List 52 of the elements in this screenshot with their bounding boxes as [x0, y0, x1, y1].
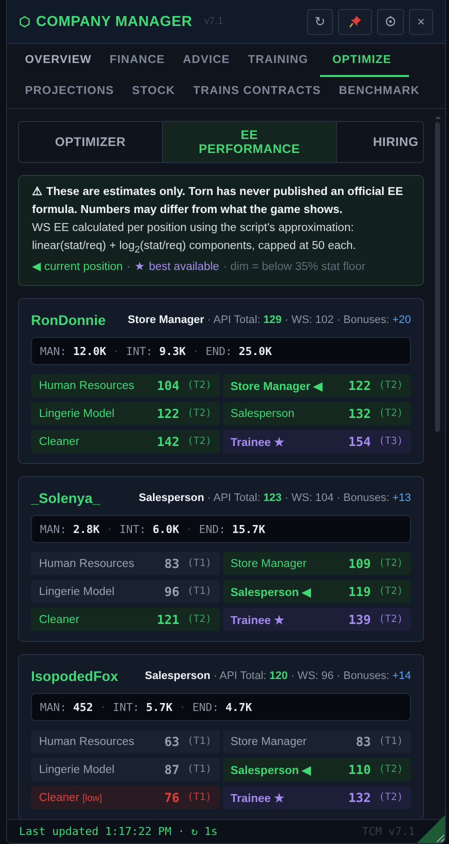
- legend-item: ◀ current position: [32, 260, 123, 276]
- scrollbar[interactable]: [434, 116, 441, 432]
- employee-name: _Solenya_: [31, 490, 100, 506]
- nav-tab[interactable]: OPTIMIZE: [320, 44, 410, 77]
- settings-icon: [385, 16, 396, 27]
- notice-text: WS EE calculated per position using the script's approximation: linear(stat/req) + log$_{2}$(stat/req) components, capped at 50 each.: [32, 221, 357, 258]
- position-cell: Cleaner 142 (T2): [31, 430, 220, 454]
- settings-button[interactable]: [377, 8, 404, 34]
- refresh-button[interactable]: ↻: [307, 8, 333, 34]
- position-cell: Store Manager 109 (T2): [222, 552, 411, 576]
- employee-name: RonDonnie: [31, 312, 106, 328]
- nav-tab[interactable]: ADVICE: [176, 44, 242, 77]
- position-cell: Lingerie Model 87 (T1): [31, 758, 220, 782]
- notice-title: ⚠ These are estimates only. Torn has never published an official EE formula. Numbers may differ from what the game shows.: [32, 185, 404, 218]
- position-cell: Human Resources 83 (T1): [31, 552, 220, 576]
- position-cell: Human Resources 104 (T2): [31, 374, 220, 398]
- resize-grip-icon[interactable]: [417, 815, 445, 843]
- nav-tab[interactable]: TRAINING: [242, 44, 320, 77]
- position-cell: Trainee ★ 132 (T2): [222, 786, 411, 810]
- nav-tab[interactable]: PROJECTIONS: [19, 77, 126, 108]
- nav-tab[interactable]: TRAINS CONTRACTS: [187, 77, 333, 108]
- status-text: Last updated 1:17:22 PM · ↻ 1s: [19, 825, 218, 838]
- position-cell: Store Manager 83 (T1): [222, 730, 411, 754]
- employee-name: IsopodedFox: [31, 668, 118, 684]
- nav-tab[interactable]: FINANCE: [104, 44, 177, 77]
- app-title: COMPANY MANAGER: [36, 14, 192, 30]
- position-cell: Human Resources 63 (T1): [31, 730, 220, 754]
- sub-tab[interactable]: EE PERFORMANCE: [162, 122, 337, 162]
- position-cell: Cleaner 121 (T2): [31, 608, 220, 632]
- position-cell: Store Manager ◀ 122 (T2): [222, 374, 411, 398]
- position-cell: Lingerie Model 96 (T1): [31, 580, 220, 604]
- position-cell: Trainee ★ 139 (T2): [222, 608, 411, 632]
- legend-item: ·: [126, 260, 131, 276]
- employee-summary: Salesperson · API Total: 120 · WS: 96 · Bonuses: +14: [144, 670, 411, 682]
- logo-icon: ⬡: [19, 14, 30, 29]
- nav-tab[interactable]: BENCHMARK: [332, 77, 432, 108]
- position-cell: Salesperson ◀ 119 (T2): [222, 580, 411, 604]
- nav-tab[interactable]: STOCK: [126, 77, 188, 108]
- pin-button[interactable]: [338, 8, 372, 34]
- employee-summary: Salesperson · API Total: 123 · WS: 104 · Bonuses: +13: [138, 492, 411, 504]
- close-button[interactable]: ×: [409, 8, 433, 34]
- pin-icon: [348, 15, 362, 28]
- position-cell: Cleaner [low] 76 (T1): [31, 786, 220, 810]
- legend-item: ★ best available: [134, 260, 220, 276]
- employee-summary: Store Manager · API Total: 129 · WS: 102 · Bonuses: +20: [128, 314, 411, 326]
- sub-tab[interactable]: OPTIMIZER: [19, 122, 163, 162]
- position-cell: Lingerie Model 122 (T2): [31, 402, 220, 426]
- position-cell: Trainee ★ 154 (T3): [222, 430, 411, 454]
- position-cell: Salesperson ◀ 110 (T2): [222, 758, 411, 782]
- nav-tab[interactable]: OVERVIEW: [19, 44, 104, 77]
- legend-item: · dim = below 35% stat floor: [223, 260, 366, 276]
- position-cell: Salesperson 132 (T2): [222, 402, 411, 426]
